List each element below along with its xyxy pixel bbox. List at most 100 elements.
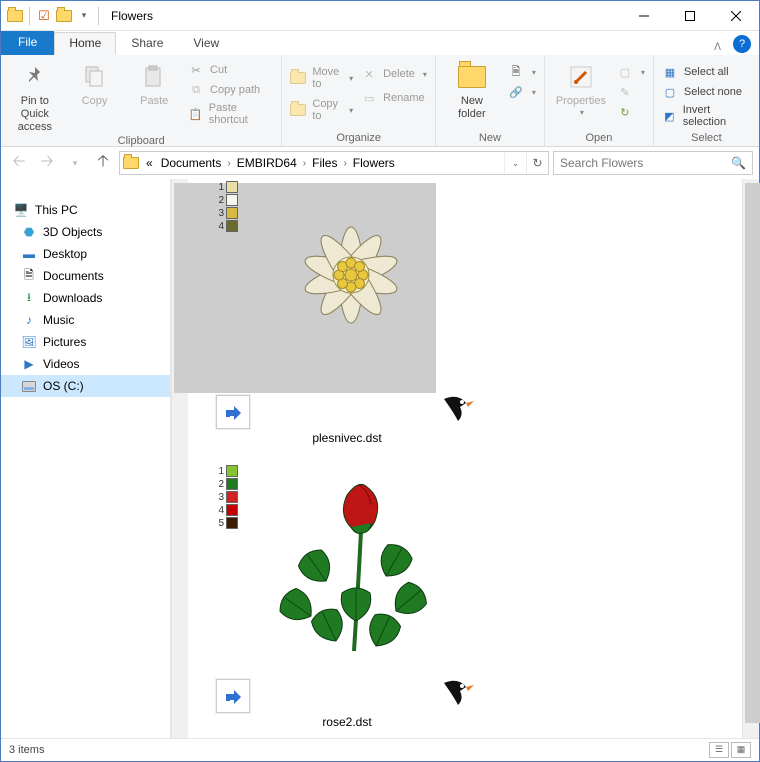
- color-palette: 1234: [216, 181, 238, 233]
- chevron-right-icon[interactable]: ›: [301, 158, 308, 169]
- view-large-icons-button[interactable]: ▦: [731, 742, 751, 758]
- file-thumbnail: 12345: [216, 465, 478, 713]
- nav-downloads[interactable]: ⭳Downloads: [1, 287, 170, 309]
- rename-icon: ▭: [361, 90, 377, 106]
- chevron-right-icon[interactable]: ›: [341, 158, 348, 169]
- crumb-prefix[interactable]: «: [142, 156, 157, 170]
- paste-shortcut-button[interactable]: 📋Paste shortcut: [186, 101, 275, 127]
- status-item-count: 3 items: [9, 744, 44, 756]
- shortcut-overlay-icon: [216, 395, 250, 429]
- edit-button[interactable]: ✎: [615, 83, 647, 101]
- crumb-files[interactable]: Files: [308, 156, 341, 170]
- group-label-new: New: [442, 131, 538, 144]
- qat-properties-icon[interactable]: ☑: [36, 8, 52, 24]
- navpane-scrollbar[interactable]: [171, 179, 188, 738]
- select-all-button[interactable]: ▦Select all: [660, 63, 753, 81]
- qat-dropdown-icon[interactable]: ▾: [76, 8, 92, 24]
- minimize-button[interactable]: [621, 1, 667, 30]
- nav-desktop[interactable]: ▬Desktop: [1, 243, 170, 265]
- copy-to-button[interactable]: Copy to▾: [288, 97, 355, 123]
- move-to-button[interactable]: Move to▾: [288, 65, 355, 91]
- nav-os-c[interactable]: OS (C:): [1, 375, 170, 397]
- view-details-button[interactable]: ☰: [709, 742, 729, 758]
- cut-button[interactable]: ✂Cut: [186, 61, 275, 79]
- nav-pictures[interactable]: 🖼Pictures: [1, 331, 170, 353]
- forward-button[interactable]: 🡢: [35, 151, 59, 175]
- group-open: Properties ▾ ▢▾ ✎ ↻ Open: [545, 55, 654, 146]
- properties-button[interactable]: Properties ▾: [551, 59, 611, 117]
- nav-3d-objects[interactable]: ⬣3D Objects: [1, 221, 170, 243]
- group-new: New folder 🗎▾ 🔗▾ New: [436, 55, 545, 146]
- maximize-button[interactable]: [667, 1, 713, 30]
- properties-icon: [565, 61, 597, 93]
- search-input[interactable]: Search Flowers 🔍: [553, 151, 753, 175]
- close-button[interactable]: [713, 1, 759, 30]
- copy-to-icon: [290, 102, 306, 118]
- address-bar[interactable]: « Documents› EMBIRD64› Files› Flowers ⌄ …: [119, 151, 549, 175]
- copy-path-button[interactable]: ⧉Copy path: [186, 81, 275, 99]
- nav-this-pc[interactable]: 🖥️This PC: [1, 199, 170, 221]
- pictures-icon: 🖼: [21, 334, 37, 350]
- paste-button[interactable]: Paste: [126, 59, 182, 108]
- group-label-open: Open: [551, 131, 647, 144]
- minimize-ribbon-button[interactable]: ᐱ: [714, 42, 721, 53]
- recent-locations-button[interactable]: ▾: [63, 151, 87, 175]
- nav-videos[interactable]: ▶Videos: [1, 353, 170, 375]
- delete-button[interactable]: ✕Delete▾: [359, 65, 429, 83]
- tab-share[interactable]: Share: [116, 32, 178, 55]
- tab-view[interactable]: View: [178, 32, 234, 55]
- open-icon: ▢: [617, 64, 633, 80]
- rename-button[interactable]: ▭Rename: [359, 89, 429, 107]
- shortcut-overlay-icon: [216, 679, 250, 713]
- back-button[interactable]: 🡠: [7, 151, 31, 175]
- group-label-organize: Organize: [288, 131, 429, 144]
- refresh-button[interactable]: ↻: [526, 152, 548, 174]
- chevron-right-icon[interactable]: ›: [225, 158, 232, 169]
- nav-documents[interactable]: 🗎Documents: [1, 265, 170, 287]
- qat-new-folder-icon[interactable]: [56, 8, 72, 24]
- embroidery-preview: [266, 187, 436, 357]
- new-item-icon: 🗎: [508, 64, 524, 80]
- help-button[interactable]: ?: [733, 35, 751, 53]
- copy-icon: [79, 61, 111, 93]
- crumb-documents[interactable]: Documents: [157, 156, 226, 170]
- folder-icon: [7, 8, 23, 24]
- paste-icon: [138, 61, 170, 93]
- new-folder-icon: [456, 61, 488, 93]
- crumb-flowers[interactable]: Flowers: [349, 156, 399, 170]
- crumb-embird64[interactable]: EMBIRD64: [233, 156, 301, 170]
- embroidery-preview: [266, 471, 446, 671]
- tab-file[interactable]: File: [1, 31, 54, 55]
- file-name: plesnivec.dst: [216, 431, 478, 445]
- color-palette: 12345: [216, 465, 238, 530]
- desktop-icon: ▬: [21, 246, 37, 262]
- group-select: ▦Select all ▢Select none ◩Invert selecti…: [654, 55, 759, 146]
- open-button[interactable]: ▢▾: [615, 63, 647, 81]
- quick-access-toolbar: ☑ ▾: [1, 7, 107, 25]
- address-history-button[interactable]: ⌄: [504, 152, 526, 174]
- content-scrollbar[interactable]: [742, 179, 759, 738]
- file-item[interactable]: 12345 rose2.dst: [216, 465, 478, 729]
- pc-icon: 🖥️: [13, 202, 29, 218]
- easy-access-button[interactable]: 🔗▾: [506, 83, 538, 101]
- pin-to-quick-access-button[interactable]: Pin to Quick access: [7, 59, 63, 134]
- copy-path-icon: ⧉: [188, 82, 204, 98]
- history-button[interactable]: ↻: [615, 103, 647, 121]
- nav-music[interactable]: ♪Music: [1, 309, 170, 331]
- file-list[interactable]: 1234 plesnivec.dst 12345: [188, 179, 742, 738]
- tab-home[interactable]: Home: [54, 32, 116, 55]
- new-folder-button[interactable]: New folder: [442, 59, 502, 121]
- file-item[interactable]: 1234 plesnivec.dst: [216, 181, 478, 445]
- history-icon: ↻: [617, 104, 633, 120]
- navigation-pane[interactable]: 🖥️This PC ⬣3D Objects ▬Desktop 🗎Document…: [1, 179, 171, 738]
- easy-access-icon: 🔗: [508, 84, 524, 100]
- select-all-icon: ▦: [662, 64, 678, 80]
- documents-icon: 🗎: [21, 268, 37, 284]
- copy-button[interactable]: Copy: [67, 59, 123, 108]
- up-button[interactable]: 🡡: [91, 151, 115, 175]
- select-none-icon: ▢: [662, 84, 678, 100]
- select-none-button[interactable]: ▢Select none: [660, 83, 753, 101]
- invert-selection-button[interactable]: ◩Invert selection: [660, 103, 753, 129]
- address-row: 🡠 🡢 ▾ 🡡 « Documents› EMBIRD64› Files› Fl…: [1, 147, 759, 179]
- new-item-button[interactable]: 🗎▾: [506, 63, 538, 81]
